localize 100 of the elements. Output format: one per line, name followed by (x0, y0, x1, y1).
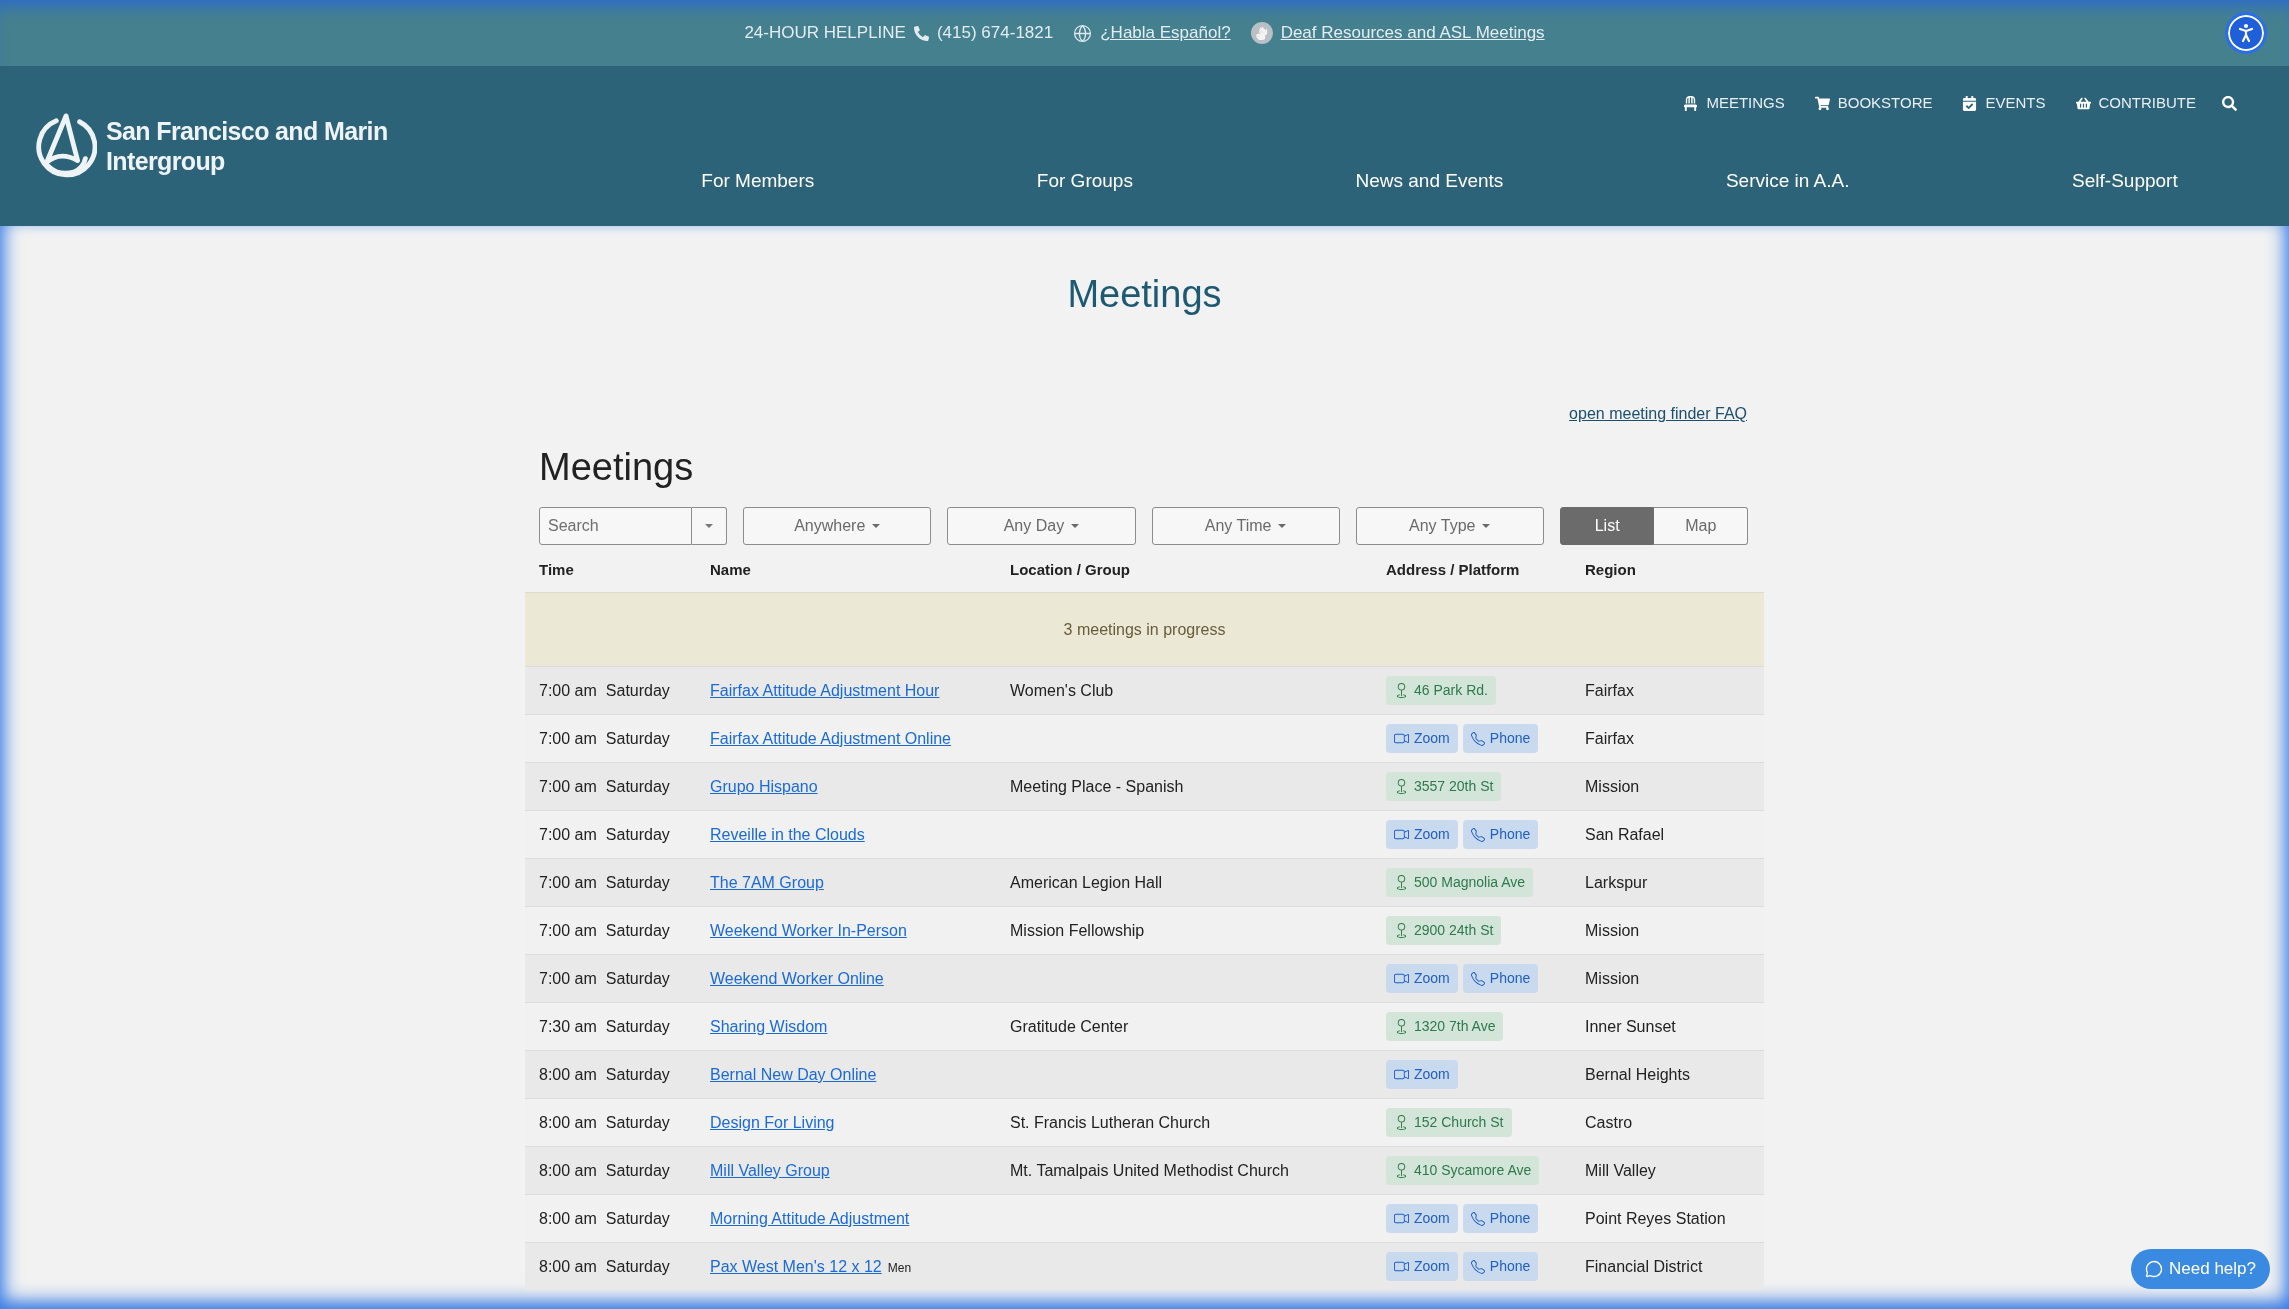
utility-nav-link[interactable]: EVENTS (1962, 92, 2046, 115)
address-link[interactable]: 3557 20th St (1386, 772, 1502, 801)
meeting-tag: Men (887, 1258, 912, 1277)
meeting-name-link[interactable]: Pax West Men's 12 x 12 (710, 1254, 882, 1279)
utility-nav-link[interactable]: CONTRIBUTE (2075, 92, 2196, 115)
meeting-time: 7:00 am (539, 728, 597, 749)
main-nav-link[interactable]: News and Events (1355, 166, 1504, 196)
logo-mark (35, 112, 97, 180)
meeting-time: 8:00 am (539, 1256, 597, 1277)
video-call-link[interactable]: Zoom (1386, 1204, 1458, 1233)
video-call-link[interactable]: Zoom (1386, 1060, 1458, 1089)
view-toggle-button[interactable]: Map (1654, 507, 1748, 545)
filter-dropdown[interactable]: Any Type (1355, 507, 1544, 545)
meeting-name-link[interactable]: Design For Living (710, 1110, 835, 1135)
meeting-name-link[interactable]: Bernal New Day Online (710, 1062, 877, 1087)
caret-icon (1482, 524, 1491, 528)
region-name: San Rafael (1585, 825, 1665, 843)
view-toggle-button[interactable]: List (1559, 507, 1655, 545)
video-call-link[interactable]: Zoom (1386, 724, 1458, 753)
meeting-name-link[interactable]: Reveille in the Clouds (710, 822, 865, 847)
address-link[interactable]: 500 Magnolia Ave (1386, 868, 1534, 897)
meeting-time: 7:00 am (539, 968, 597, 989)
meeting-name-link[interactable]: Weekend Worker In-Person (710, 918, 907, 943)
region-name: Mill Valley (1585, 1161, 1656, 1179)
meeting-time: 8:00 am (539, 1064, 597, 1085)
meeting-name-link[interactable]: Morning Attitude Adjustment (710, 1206, 910, 1231)
main-nav-link[interactable]: For Groups (1036, 166, 1133, 196)
meeting-time: 8:00 am (539, 1208, 597, 1229)
meeting-time: 7:00 am (539, 824, 597, 845)
calendar-check-icon (1962, 96, 1978, 111)
phone-link[interactable]: Phone (1462, 1204, 1539, 1233)
meeting-name-link[interactable]: Weekend Worker Online (710, 966, 884, 991)
phone-number-link[interactable]: (415) 674-1821 (936, 20, 1054, 46)
main-nav-link[interactable]: For Members (701, 166, 815, 196)
map-pin-icon (1394, 779, 1409, 794)
meeting-name-link[interactable]: The 7AM Group (710, 870, 824, 895)
search-dropdown-toggle[interactable] (692, 507, 728, 545)
main-nav-link[interactable]: Service in A.A. (1725, 166, 1850, 196)
video-camera-icon (1394, 1067, 1409, 1082)
meeting-day: Saturday (605, 966, 670, 991)
faq-link[interactable]: open meeting finder FAQ (1569, 404, 1747, 424)
meeting-day: Saturday (605, 1110, 670, 1135)
region-name: Larkspur (1585, 873, 1648, 891)
region-name: Mission (1585, 969, 1640, 987)
map-pin-icon (1394, 1115, 1409, 1130)
meeting-day: Saturday (605, 918, 670, 943)
phone-link[interactable]: Phone (1462, 1252, 1539, 1281)
cart-icon (1814, 96, 1830, 111)
address-link[interactable]: 2900 24th St (1386, 916, 1502, 945)
video-call-link[interactable]: Zoom (1386, 964, 1458, 993)
meeting-name-link[interactable]: Mill Valley Group (710, 1158, 830, 1183)
accessibility-button[interactable] (2225, 12, 2267, 54)
meeting-day: Saturday (605, 1062, 670, 1087)
speech-bubble-icon (2145, 1260, 2164, 1278)
address-link[interactable]: 152 Church St (1386, 1108, 1512, 1137)
phone-icon (913, 25, 929, 41)
address-link[interactable]: 46 Park Rd. (1386, 676, 1496, 705)
helpline-link[interactable]: ¿Habla Español? (1100, 20, 1231, 46)
column-header: Region (1584, 559, 1637, 580)
globe-icon (1073, 23, 1093, 43)
filter-dropdown[interactable]: Any Time (1151, 507, 1340, 545)
meeting-name-link[interactable]: Grupo Hispano (710, 774, 818, 799)
column-header: Address / Platform (1385, 559, 1521, 580)
meeting-name-link[interactable]: Fairfax Attitude Adjustment Hour (710, 678, 940, 703)
map-pin-icon (1394, 1019, 1409, 1034)
meeting-time: 8:00 am (539, 1112, 597, 1133)
utility-nav-link[interactable]: BOOKSTORE (1814, 92, 1933, 115)
finder-title: Meetings (538, 445, 695, 490)
helpline-link[interactable]: Deaf Resources and ASL Meetings (1280, 20, 1545, 46)
basket-icon (2075, 96, 2091, 111)
video-call-link[interactable]: Zoom (1386, 820, 1458, 849)
filter-dropdown[interactable]: Anywhere (743, 507, 932, 545)
site-logo-text[interactable]: San Francisco and Marin Intergroup (106, 116, 388, 176)
video-camera-icon (1394, 1211, 1409, 1226)
phone-link[interactable]: Phone (1462, 820, 1539, 849)
location-name: Mt. Tamalpais United Methodist Church (1010, 1161, 1289, 1179)
map-pin-icon (1394, 923, 1409, 938)
meeting-day: Saturday (605, 1254, 670, 1279)
meeting-day: Saturday (605, 1206, 670, 1231)
phone-link[interactable]: Phone (1462, 724, 1539, 753)
in-progress-banner: 3 meetings in progress (525, 592, 1764, 666)
map-pin-icon (1394, 1163, 1409, 1178)
caret-icon (872, 524, 881, 528)
region-name: Castro (1585, 1113, 1633, 1131)
help-chat-button[interactable]: Need help? (2131, 1249, 2270, 1289)
filter-dropdown[interactable]: Any Day (947, 507, 1136, 545)
search-field[interactable]: Search (539, 507, 693, 545)
utility-nav-link[interactable]: MEETINGS (1683, 92, 1785, 115)
main-nav-link[interactable]: Self-Support (2072, 166, 2178, 196)
address-link[interactable]: 410 Sycamore Ave (1386, 1156, 1540, 1185)
meeting-name-link[interactable]: Fairfax Attitude Adjustment Online (710, 726, 951, 751)
phone-icon (1470, 971, 1485, 986)
search-icon[interactable] (2222, 96, 2237, 111)
meeting-time: 7:00 am (539, 920, 597, 941)
phone-link[interactable]: Phone (1462, 964, 1539, 993)
meeting-name-link[interactable]: Sharing Wisdom (710, 1014, 828, 1039)
phone-icon (1470, 731, 1485, 746)
video-call-link[interactable]: Zoom (1386, 1252, 1458, 1281)
caret-icon (705, 524, 714, 528)
address-link[interactable]: 1320 7th Ave (1386, 1012, 1504, 1041)
